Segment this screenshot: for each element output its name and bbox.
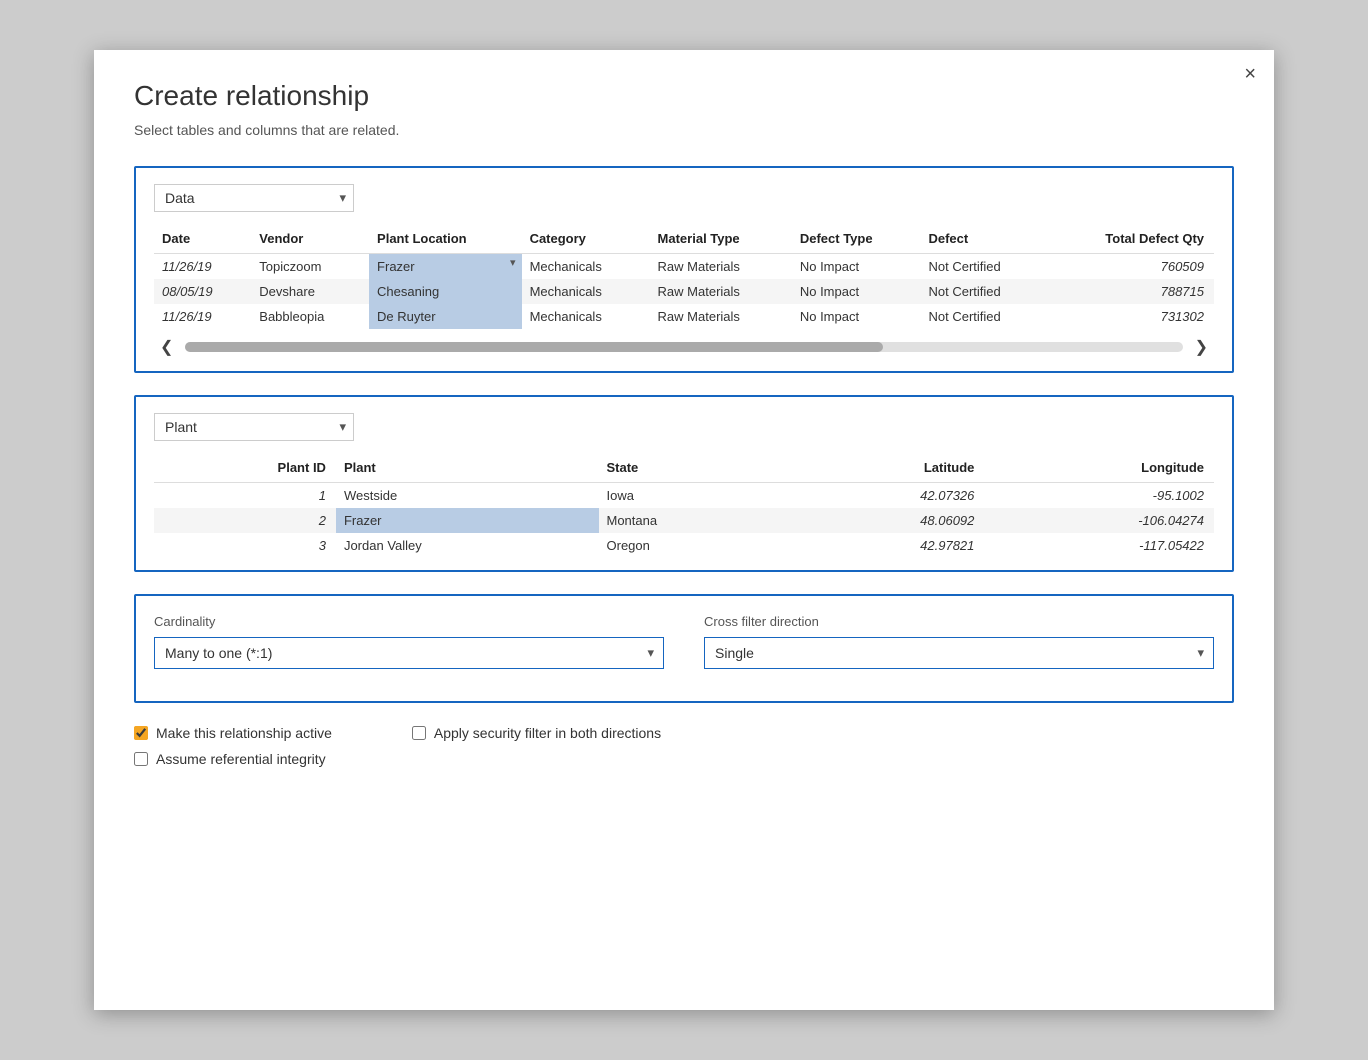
cell-defect: Not Certified (920, 304, 1048, 329)
cell-vendor: Babbleopia (251, 304, 369, 329)
cell-category: Mechanicals (522, 279, 650, 304)
cardinality-dropdown[interactable]: Many to one (*:1) One to one (1:1) One t… (154, 637, 664, 669)
cell-defect-type: No Impact (792, 279, 921, 304)
cell-category: Mechanicals (522, 254, 650, 280)
close-button[interactable]: × (1244, 64, 1256, 84)
cell-date: 11/26/19 (154, 254, 251, 280)
cell-longitude: -95.1002 (984, 483, 1214, 509)
active-checkbox[interactable] (134, 726, 148, 740)
table2-section: Plant Plant ID Plant State Latitude Long… (134, 395, 1234, 572)
cardinality-crossfilter-row: Cardinality Many to one (*:1) One to one… (154, 614, 1214, 669)
cell-plant-location: De Ruyter (369, 304, 522, 329)
checkboxes-area: Make this relationship active Assume ref… (134, 725, 1234, 777)
cell-state: Montana (599, 508, 787, 533)
cell-defect: Not Certified (920, 279, 1048, 304)
table-row: 3 Jordan Valley Oregon 42.97821 -117.054… (154, 533, 1214, 558)
cell-latitude: 48.06092 (786, 508, 984, 533)
cell-vendor: Topiczoom (251, 254, 369, 280)
col-plant-location: Plant Location (369, 226, 522, 254)
crossfilter-dropdown[interactable]: Single Both (704, 637, 1214, 669)
col-material-type: Material Type (650, 226, 792, 254)
table-row: 1 Westside Iowa 42.07326 -95.1002 (154, 483, 1214, 509)
cell-material-type: Raw Materials (650, 254, 792, 280)
crossfilter-dropdown-wrapper: Single Both (704, 637, 1214, 669)
col-date: Date (154, 226, 251, 254)
table2-grid: Plant ID Plant State Latitude Longitude … (154, 455, 1214, 558)
cell-plant-location: Chesaning (369, 279, 522, 304)
table1-dropdown[interactable]: Data (154, 184, 354, 212)
table2-header-row: Plant ID Plant State Latitude Longitude (154, 455, 1214, 483)
modal-title: Create relationship (134, 80, 1234, 112)
cell-defect-type: No Impact (792, 254, 921, 280)
table2-dropdown[interactable]: Plant (154, 413, 354, 441)
cell-defect-type: No Impact (792, 304, 921, 329)
referential-label: Assume referential integrity (156, 751, 326, 767)
table2-dropdown-wrapper: Plant (154, 413, 354, 441)
scroll-right-arrow[interactable]: ❯ (1189, 335, 1214, 359)
cell-vendor: Devshare (251, 279, 369, 304)
cell-longitude: -106.04274 (984, 508, 1214, 533)
cardinality-dropdown-wrapper: Many to one (*:1) One to one (1:1) One t… (154, 637, 664, 669)
security-checkbox-row: Apply security filter in both directions (412, 725, 661, 741)
cell-plant: Jordan Valley (336, 533, 599, 558)
cell-plant-id: 3 (154, 533, 336, 558)
table1-section: Data Date Vendor Plant Location Category… (134, 166, 1234, 373)
cell-latitude: 42.97821 (786, 533, 984, 558)
crossfilter-group: Cross filter direction Single Both (704, 614, 1214, 669)
cell-plant-id: 2 (154, 508, 336, 533)
cell-latitude: 42.07326 (786, 483, 984, 509)
cell-plant: Frazer (336, 508, 599, 533)
cell-plant-location: Frazer ▾ (369, 254, 522, 280)
crossfilter-label: Cross filter direction (704, 614, 1214, 629)
table1-grid: Date Vendor Plant Location Category Mate… (154, 226, 1214, 329)
table1-dropdown-wrapper: Data (154, 184, 354, 212)
col-defect-type: Defect Type (792, 226, 921, 254)
active-label: Make this relationship active (156, 725, 332, 741)
col-vendor: Vendor (251, 226, 369, 254)
checkboxes-right: Apply security filter in both directions (412, 725, 661, 777)
cell-qty: 760509 (1048, 254, 1214, 280)
modal-subtitle: Select tables and columns that are relat… (134, 122, 1234, 138)
col-longitude: Longitude (984, 455, 1214, 483)
col-total-defect-qty: Total Defect Qty (1048, 226, 1214, 254)
referential-checkbox-row: Assume referential integrity (134, 751, 332, 767)
cell-date: 08/05/19 (154, 279, 251, 304)
table-row: 08/05/19 Devshare Chesaning Mechanicals … (154, 279, 1214, 304)
cell-defect: Not Certified (920, 254, 1048, 280)
col-defect: Defect (920, 226, 1048, 254)
cell-qty: 731302 (1048, 304, 1214, 329)
cardinality-section: Cardinality Many to one (*:1) One to one… (134, 594, 1234, 703)
cell-date: 11/26/19 (154, 304, 251, 329)
active-checkbox-row: Make this relationship active (134, 725, 332, 741)
cardinality-label: Cardinality (154, 614, 664, 629)
scroll-left-arrow[interactable]: ❮ (154, 335, 179, 359)
cell-state: Iowa (599, 483, 787, 509)
table1-header-row: Date Vendor Plant Location Category Mate… (154, 226, 1214, 254)
col-category: Category (522, 226, 650, 254)
table-row: 11/26/19 Topiczoom Frazer ▾ Mechanicals … (154, 254, 1214, 280)
cell-longitude: -117.05422 (984, 533, 1214, 558)
cell-material-type: Raw Materials (650, 304, 792, 329)
modal-dialog: × Create relationship Select tables and … (94, 50, 1274, 1010)
table-row: 2 Frazer Montana 48.06092 -106.04274 (154, 508, 1214, 533)
col-plant-id: Plant ID (154, 455, 336, 483)
cell-material-type: Raw Materials (650, 279, 792, 304)
checkboxes-left: Make this relationship active Assume ref… (134, 725, 332, 777)
scrollbar-thumb (185, 342, 883, 352)
cell-category: Mechanicals (522, 304, 650, 329)
cell-state: Oregon (599, 533, 787, 558)
cell-plant-id: 1 (154, 483, 336, 509)
referential-checkbox[interactable] (134, 752, 148, 766)
cardinality-group: Cardinality Many to one (*:1) One to one… (154, 614, 664, 669)
col-plant: Plant (336, 455, 599, 483)
table1-scrollbar: ❮ ❯ (154, 335, 1214, 359)
scrollbar-track[interactable] (185, 342, 1182, 352)
cell-plant: Westside (336, 483, 599, 509)
col-state: State (599, 455, 787, 483)
security-label: Apply security filter in both directions (434, 725, 661, 741)
table-row: 11/26/19 Babbleopia De Ruyter Mechanical… (154, 304, 1214, 329)
cell-qty: 788715 (1048, 279, 1214, 304)
security-checkbox[interactable] (412, 726, 426, 740)
col-latitude: Latitude (786, 455, 984, 483)
